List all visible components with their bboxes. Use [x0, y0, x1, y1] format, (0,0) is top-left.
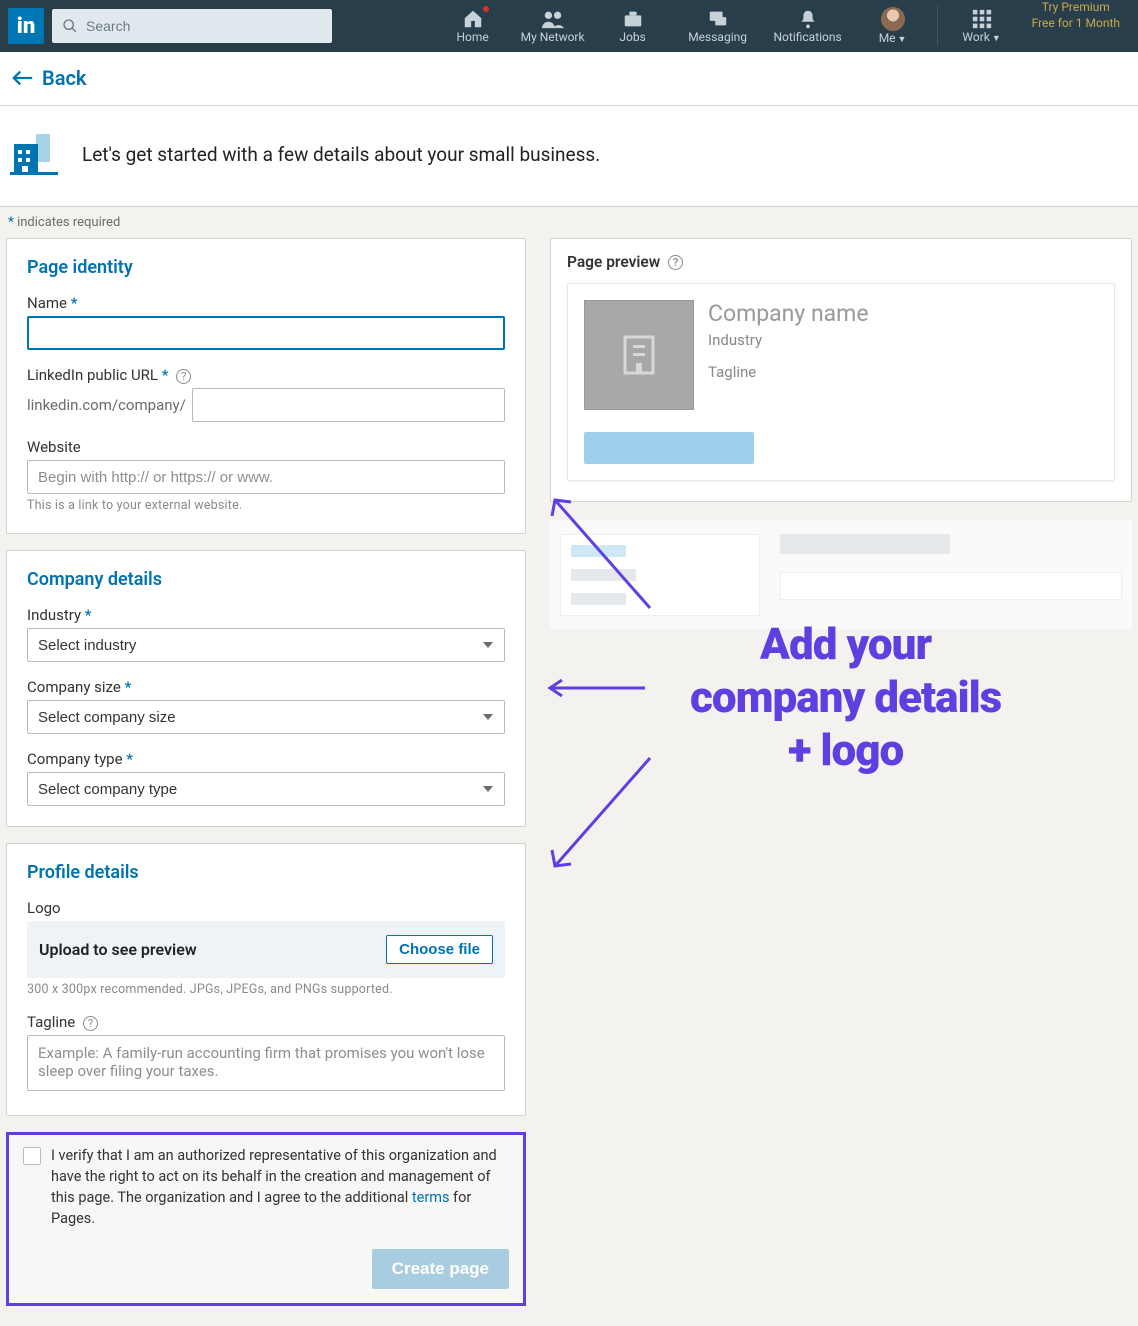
tagline-input[interactable]: [27, 1035, 505, 1091]
terms-link[interactable]: terms: [412, 1189, 450, 1206]
size-select[interactable]: [27, 700, 505, 734]
nav-network[interactable]: My Network: [513, 0, 593, 52]
back-button[interactable]: Back: [12, 66, 86, 90]
avatar: [881, 7, 905, 31]
card-profile-details: Profile details Logo Upload to see previ…: [6, 843, 526, 1116]
url-input[interactable]: [192, 388, 505, 422]
nav-label: Messaging: [688, 30, 747, 44]
nav-notifications[interactable]: Notifications: [763, 0, 853, 52]
nav-home[interactable]: Home: [433, 0, 513, 52]
verify-checkbox[interactable]: [23, 1147, 41, 1165]
logo-placeholder: [584, 300, 694, 410]
logo-label: Logo: [27, 899, 505, 917]
nav-label: Jobs: [619, 30, 645, 44]
industry-label: Industry *: [27, 606, 505, 624]
people-icon: [540, 8, 566, 30]
preview-tagline: Tagline: [708, 363, 869, 381]
section-title: Profile details: [27, 862, 505, 883]
bell-icon: [797, 8, 819, 30]
preview-title: Page preview: [567, 253, 660, 271]
verify-text: I verify that I am an authorized represe…: [51, 1145, 509, 1229]
help-icon[interactable]: ?: [668, 255, 683, 270]
intro: Let's get started with a few details abo…: [0, 106, 1138, 207]
nav-label: Work: [962, 30, 989, 44]
upload-text: Upload to see preview: [39, 940, 197, 959]
global-nav: in Home My Network Jobs Messaging Notifi…: [0, 0, 1138, 52]
website-label: Website: [27, 438, 505, 456]
required-note: * indicates required: [0, 207, 1138, 238]
preview-inner: Company name Industry Tagline: [567, 283, 1115, 481]
arrow-icon: [540, 678, 650, 698]
linkedin-logo[interactable]: in: [8, 8, 44, 44]
section-title: Company details: [27, 569, 505, 590]
cta-placeholder: [584, 432, 754, 464]
name-label: Name *: [27, 294, 505, 312]
building-icon: [619, 333, 659, 377]
preview-company-name: Company name: [708, 300, 869, 327]
grid-icon: [971, 8, 993, 30]
card-company-details: Company details Industry * Company size …: [6, 550, 526, 827]
card-page-identity: Page identity Name * LinkedIn public URL…: [6, 238, 526, 534]
briefcase-icon: [621, 8, 645, 30]
annotation-text: + logo: [690, 724, 1001, 777]
logo-hint: 300 x 300px recommended. JPGs, JPEGs, an…: [27, 982, 505, 997]
website-input[interactable]: [27, 460, 505, 494]
help-icon[interactable]: ?: [83, 1016, 98, 1031]
search-input[interactable]: [52, 9, 332, 43]
verify-box: I verify that I am an authorized represe…: [6, 1132, 526, 1306]
website-hint: This is a link to your external website.: [27, 498, 505, 513]
nav-label: Me: [879, 31, 896, 45]
nav-label: My Network: [521, 30, 585, 44]
size-label: Company size *: [27, 678, 505, 696]
nav-jobs[interactable]: Jobs: [593, 0, 673, 52]
nav-me[interactable]: Me▼: [853, 0, 933, 52]
arrow-icon: [540, 748, 660, 878]
section-title: Page identity: [27, 257, 505, 278]
skeleton-preview: [550, 520, 1132, 630]
help-icon[interactable]: ?: [176, 369, 191, 384]
tagline-label: Tagline ?: [27, 1013, 505, 1031]
notification-badge: [481, 4, 491, 14]
create-page-button[interactable]: Create page: [372, 1249, 509, 1289]
chevron-down-icon: ▼: [898, 35, 907, 45]
preview-industry: Industry: [708, 331, 869, 349]
annotation-overlay: Add your company details + logo: [650, 618, 1001, 776]
type-label: Company type *: [27, 750, 505, 768]
back-bar: Back: [0, 52, 1138, 106]
chevron-down-icon: ▼: [992, 34, 1001, 44]
nav-work[interactable]: Work▼: [942, 0, 1022, 52]
chat-icon: [706, 8, 730, 30]
logo-upload: Upload to see preview Choose file: [27, 921, 505, 978]
arrow-left-icon: [12, 69, 34, 87]
building-icon: [10, 130, 58, 178]
type-select[interactable]: [27, 772, 505, 806]
nav-messaging[interactable]: Messaging: [673, 0, 763, 52]
choose-file-button[interactable]: Choose file: [386, 935, 493, 964]
industry-select[interactable]: [27, 628, 505, 662]
name-input[interactable]: [27, 316, 505, 350]
search-icon: [62, 18, 78, 34]
url-prefix: linkedin.com/company/: [27, 396, 192, 414]
preview-card: Page preview ? Company name Industry Tag…: [550, 238, 1132, 502]
nav-label: Home: [456, 30, 488, 44]
premium-upsell[interactable]: Try Premium Free for 1 Month: [1022, 0, 1130, 52]
intro-text: Let's get started with a few details abo…: [82, 143, 600, 166]
nav-label: Notifications: [773, 30, 841, 44]
url-label: LinkedIn public URL * ?: [27, 366, 505, 384]
divider: [937, 6, 938, 46]
annotation-text: company details: [690, 671, 1001, 724]
